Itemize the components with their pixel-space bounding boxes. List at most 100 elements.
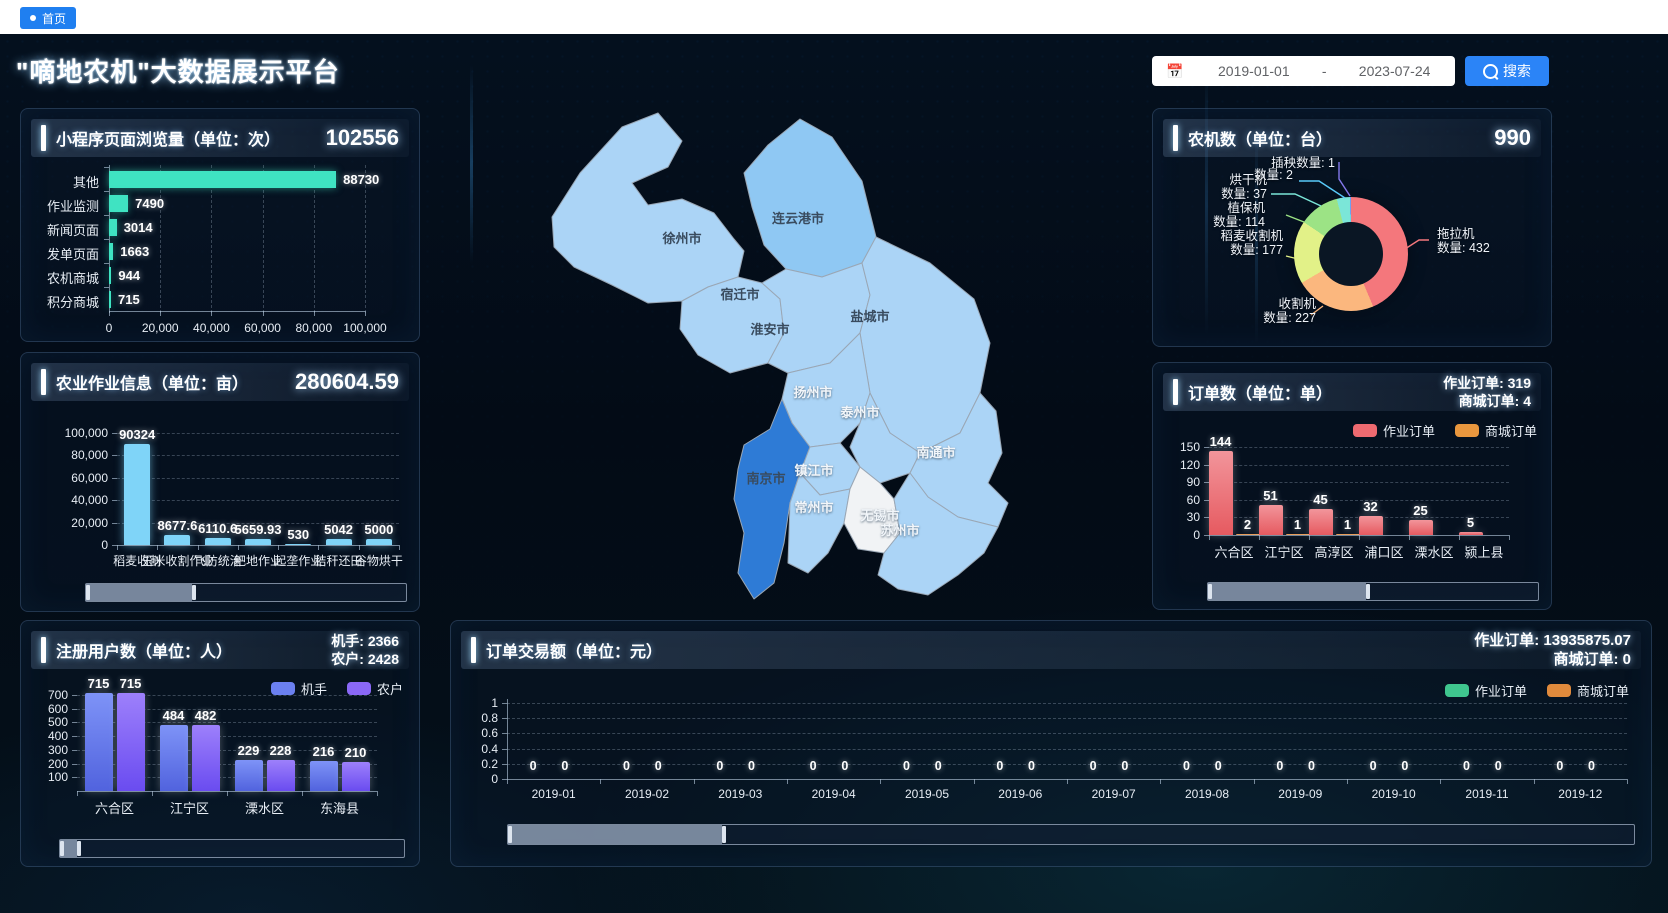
hbar-0[interactable] <box>109 171 336 188</box>
date-start-value[interactable]: 2019-01-01 <box>1193 63 1314 79</box>
axis-tick <box>1534 779 1535 784</box>
vbar-东海县-1[interactable] <box>342 762 370 791</box>
gridline <box>1209 447 1509 448</box>
map-region-0[interactable] <box>552 113 744 303</box>
panel-transactions: 订单交易额（单位：元） 作业订单: 13935875.07 商城订单: 0 作业… <box>450 620 1652 867</box>
bar-value-label: 5659.93 <box>235 522 282 537</box>
vbar-高淳区-0[interactable] <box>1309 509 1333 535</box>
vbar-溧水区-1[interactable] <box>267 760 295 791</box>
vbar-溧水区-0[interactable] <box>235 760 263 791</box>
data-zoom-handle-left[interactable] <box>86 585 90 600</box>
y-tick-label: 0 <box>21 538 108 552</box>
gridline <box>507 703 1627 704</box>
map-city-label-8: 南京市 <box>746 471 785 486</box>
hbar-category-label: 作业监测 <box>21 196 99 215</box>
vbar-江宁区-0[interactable] <box>160 725 188 791</box>
vbar-六合区-0[interactable] <box>1209 451 1233 535</box>
vbar-稻麦收割-0[interactable] <box>124 444 150 545</box>
hbar-5[interactable] <box>109 291 111 308</box>
y-tick-label: 0.8 <box>451 711 498 725</box>
bar-value-label: 1 <box>1294 517 1301 532</box>
axis-tick <box>1627 779 1628 784</box>
map-city-label-2: 宿迁市 <box>720 287 759 302</box>
machines-donut-chart[interactable]: 拖拉机数量: 432收割机数量: 227稻麦收割机数量: 177植保机数量: 1… <box>1153 109 1551 346</box>
vbar-六合区-1[interactable] <box>117 693 145 791</box>
vbar-浦口区-0[interactable] <box>1359 516 1383 535</box>
data-zoom-window[interactable] <box>86 584 192 601</box>
search-button[interactable]: 搜索 <box>1465 56 1549 86</box>
map-city-label-6: 泰州市 <box>839 405 879 420</box>
home-tab-dot-icon <box>30 15 36 21</box>
hbar-category-label: 积分商城 <box>21 292 99 311</box>
bar-value-label: 216 <box>313 744 335 759</box>
home-tab[interactable]: 首页 <box>20 7 76 29</box>
map-city-label-1: 连云港市 <box>772 211 824 226</box>
axis-tick <box>211 311 212 316</box>
y-tick-label: 300 <box>21 743 68 757</box>
data-zoom-window[interactable] <box>1208 583 1366 600</box>
y-tick-label: 0 <box>1153 528 1200 542</box>
data-zoom-handle-left[interactable] <box>1208 584 1212 599</box>
data-zoom-handle-left[interactable] <box>60 841 64 856</box>
bar-value-label: 5042 <box>324 522 353 537</box>
x-category-label: 江宁区 <box>170 798 209 817</box>
hbar-2[interactable] <box>109 219 117 236</box>
axis-tick <box>1259 535 1260 540</box>
map-region-1[interactable] <box>744 119 876 277</box>
hbar-value-label: 1663 <box>120 244 149 259</box>
data-zoom-handle-right[interactable] <box>1366 584 1370 599</box>
date-end-value[interactable]: 2023-07-24 <box>1334 63 1455 79</box>
zero-value-label: 0 <box>623 759 630 773</box>
vbar-东海县-0[interactable] <box>310 761 338 791</box>
zero-value-label: 0 <box>1028 759 1035 773</box>
date-range-picker[interactable]: 📅 2019-01-01 - 2023-07-24 <box>1152 56 1455 86</box>
transactions-data-zoom-slider[interactable] <box>507 824 1635 845</box>
data-zoom-handle-left[interactable] <box>508 826 512 843</box>
vbar-飞防统治-0[interactable] <box>205 538 231 545</box>
bar-value-label: 482 <box>195 708 217 723</box>
vbar-江宁区-1[interactable] <box>192 725 220 791</box>
vbar-江宁区-0[interactable] <box>1259 505 1283 535</box>
axis-tick <box>109 311 110 316</box>
zero-value-label: 0 <box>716 759 723 773</box>
x-tick-label: 20,000 <box>142 321 179 335</box>
axis-tick <box>1459 535 1460 540</box>
y-axis-line <box>507 699 508 779</box>
vbar-溧水区-0[interactable] <box>1409 520 1433 535</box>
registered-users-data-zoom-slider[interactable] <box>59 839 405 858</box>
axis-tick <box>117 545 118 550</box>
vbar-六合区-0[interactable] <box>85 693 113 791</box>
hbar-value-label: 88730 <box>343 172 379 187</box>
jiangsu-map-svg: 徐州市连云港市宿迁市淮安市盐城市扬州市泰州市南通市南京市镇江市常州市无锡市苏州市 <box>530 55 1010 600</box>
vbar-玉米收割作业-0[interactable] <box>164 535 190 545</box>
zero-value-label: 0 <box>1090 759 1097 773</box>
hbar-3[interactable] <box>109 243 113 260</box>
donut-label-6: 插秧数量: 1 <box>1271 156 1335 170</box>
map-city-label-0: 徐州市 <box>661 231 701 246</box>
map-city-label-4: 盐城市 <box>850 309 889 324</box>
page-title: "嘀地农机"大数据展示平台 <box>16 52 340 89</box>
hbar-1[interactable] <box>109 195 128 212</box>
orders-data-zoom-slider[interactable] <box>1207 582 1539 601</box>
x-category-label: 2019-06 <box>998 787 1042 801</box>
data-zoom-window[interactable] <box>508 825 722 844</box>
zero-value-label: 0 <box>561 759 568 773</box>
data-zoom-handle-right[interactable] <box>77 841 81 856</box>
bar-value-label: 51 <box>1263 488 1277 503</box>
axis-tick <box>365 311 366 316</box>
orders-chart: 03060901201501442六合区511江宁区451高淳区32浦口区25溧… <box>1153 363 1551 609</box>
x-category-label: 2019-01 <box>532 787 576 801</box>
gridline <box>507 764 1627 765</box>
y-tick-label: 40,000 <box>21 493 108 507</box>
hbar-4[interactable] <box>109 267 111 284</box>
bar-value-label: 8677.6 <box>158 518 198 533</box>
bar-value-label: 210 <box>345 745 367 760</box>
zero-value-label: 0 <box>1463 759 1470 773</box>
work-info-data-zoom-slider[interactable] <box>85 583 407 602</box>
data-zoom-handle-right[interactable] <box>722 826 726 843</box>
data-zoom-handle-right[interactable] <box>192 585 196 600</box>
axis-tick <box>1067 779 1068 784</box>
bar-value-label: 90324 <box>119 427 155 442</box>
province-map: 徐州市连云港市宿迁市淮安市盐城市扬州市泰州市南通市南京市镇江市常州市无锡市苏州市 <box>530 55 1010 605</box>
axis-tick <box>314 311 315 316</box>
